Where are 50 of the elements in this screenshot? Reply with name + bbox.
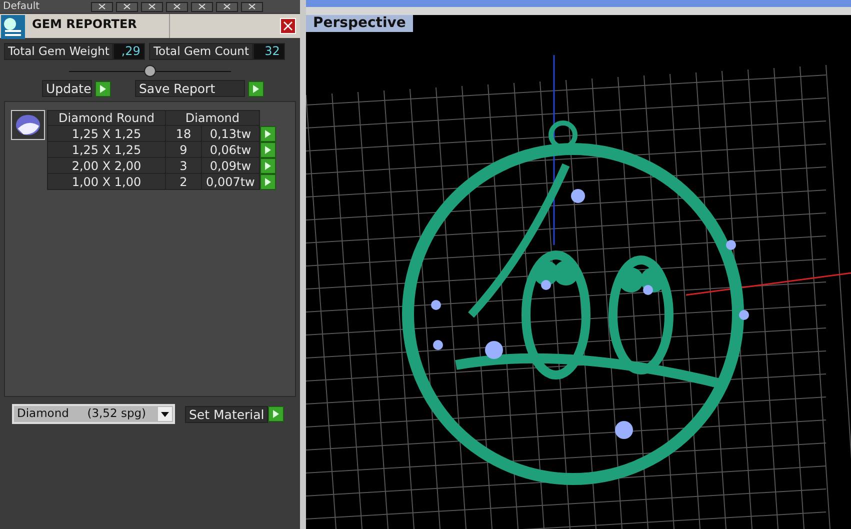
count-cell: 3: [166, 158, 202, 174]
column-header: Diamond Round: [48, 110, 166, 126]
weight-cell: 0,09tw: [202, 158, 260, 174]
total-label: Total Gem Count: [149, 43, 253, 60]
close-icon: [283, 21, 293, 31]
play-button[interactable]: [260, 126, 276, 142]
size-cell: 1,25 X 1,25: [48, 126, 166, 142]
action-button[interactable]: Save Report: [135, 80, 245, 97]
play-button[interactable]: [248, 80, 264, 96]
play-icon: [252, 84, 260, 94]
weight-cell: 0,06tw: [202, 142, 260, 158]
toolbar-button[interactable]: [216, 2, 238, 12]
play-button[interactable]: [268, 406, 284, 422]
total-value: 32: [252, 43, 285, 60]
viewport-label: Perspective: [306, 15, 413, 32]
toolbar-button[interactable]: [241, 2, 263, 12]
toolbar-icon: [198, 3, 206, 10]
toolbar-icon: [173, 3, 181, 10]
toolbar-icon: [98, 3, 106, 10]
toolbar-icon: [148, 3, 156, 10]
toolbar-button[interactable]: [166, 2, 188, 12]
toolbar-icon: [223, 3, 231, 10]
total-label: Total Gem Weight: [4, 43, 114, 60]
toolbar-button[interactable]: [91, 2, 113, 12]
size-cell: 2,00 X 2,00: [48, 158, 166, 174]
gem-icon: [11, 110, 45, 140]
close-button[interactable]: [280, 18, 296, 34]
weight-cell: 0,007tw: [202, 174, 260, 190]
play-icon: [99, 84, 107, 94]
set-material-button[interactable]: Set Material: [185, 406, 268, 422]
toolbar-icon: [248, 3, 256, 10]
preset-label: Default: [2, 0, 41, 12]
toolbar-button[interactable]: [116, 2, 138, 12]
play-button[interactable]: [95, 80, 111, 96]
size-cell: 1,00 X 1,00: [48, 174, 166, 190]
toolbar-button[interactable]: [191, 2, 213, 12]
toolbar-button[interactable]: [141, 2, 163, 12]
play-icon: [272, 408, 280, 418]
column-header: Diamond: [166, 110, 260, 126]
count-cell: 2: [166, 174, 202, 190]
total-value: ,29: [113, 43, 146, 60]
collapse-button[interactable]: [144, 65, 156, 77]
weight-cell: 0,13tw: [202, 126, 260, 142]
size-cell: 1,25 X 1,25: [48, 142, 166, 158]
action-button[interactable]: Update: [42, 80, 92, 97]
material-dropdown[interactable]: Diamond (3,52 spg): [12, 404, 175, 424]
count-cell: 18: [166, 126, 202, 142]
toolbar-icon: [123, 3, 131, 10]
panel-title: GEM REPORTER: [26, 14, 170, 38]
count-cell: 9: [166, 142, 202, 158]
